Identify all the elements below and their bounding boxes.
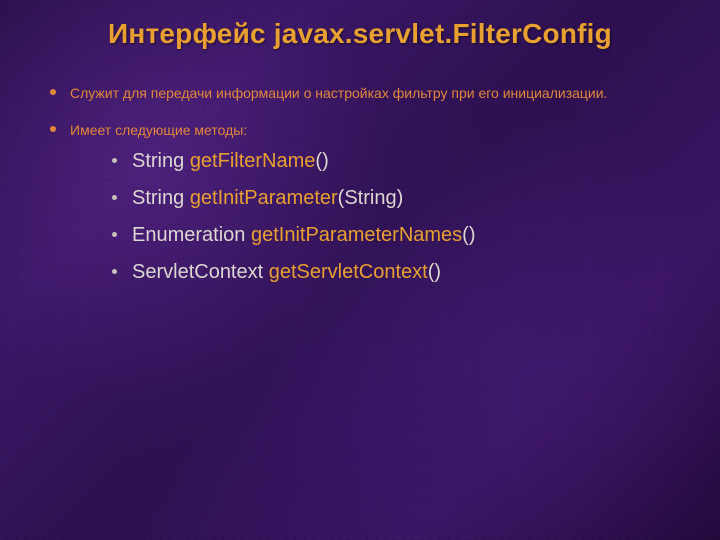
method-name: getInitParameter — [190, 187, 338, 209]
bullet-methods-intro: Имеет следующие методы: — [70, 122, 247, 138]
top-bullet-list: Служит для передачи информации о настрой… — [40, 84, 680, 286]
method-name: getFilterName — [190, 150, 316, 172]
method-return: Enumeration — [132, 224, 245, 246]
method-return: String — [132, 150, 184, 172]
method-name: getServletContext — [269, 261, 428, 283]
method-item: String getInitParameter(String) — [110, 185, 680, 212]
method-item: ServletContext getServletContext() — [110, 259, 680, 286]
slide: Интерфейс javax.servlet.FilterConfig Слу… — [0, 0, 720, 540]
method-parens: ( — [462, 224, 469, 246]
bullet-intro: Служит для передачи информации о настрой… — [46, 84, 680, 103]
method-parens-close: ) — [322, 150, 329, 172]
method-return: ServletContext — [132, 261, 263, 283]
bullet-intro-text: Служит для передачи информации о настрой… — [70, 85, 607, 101]
method-return: String — [132, 187, 184, 209]
method-name: getInitParameterNames — [251, 224, 462, 246]
method-item: Enumeration getInitParameterNames() — [110, 222, 680, 249]
methods-list: String getFilterName() String getInitPar… — [70, 148, 680, 286]
method-args: String — [344, 187, 396, 209]
method-parens-close: ) — [397, 187, 404, 209]
method-parens-close: ) — [434, 261, 441, 283]
method-item: String getFilterName() — [110, 148, 680, 175]
bullet-methods: Имеет следующие методы: String getFilter… — [46, 121, 680, 286]
method-parens-close: ) — [469, 224, 476, 246]
slide-title: Интерфейс javax.servlet.FilterConfig — [40, 18, 680, 50]
